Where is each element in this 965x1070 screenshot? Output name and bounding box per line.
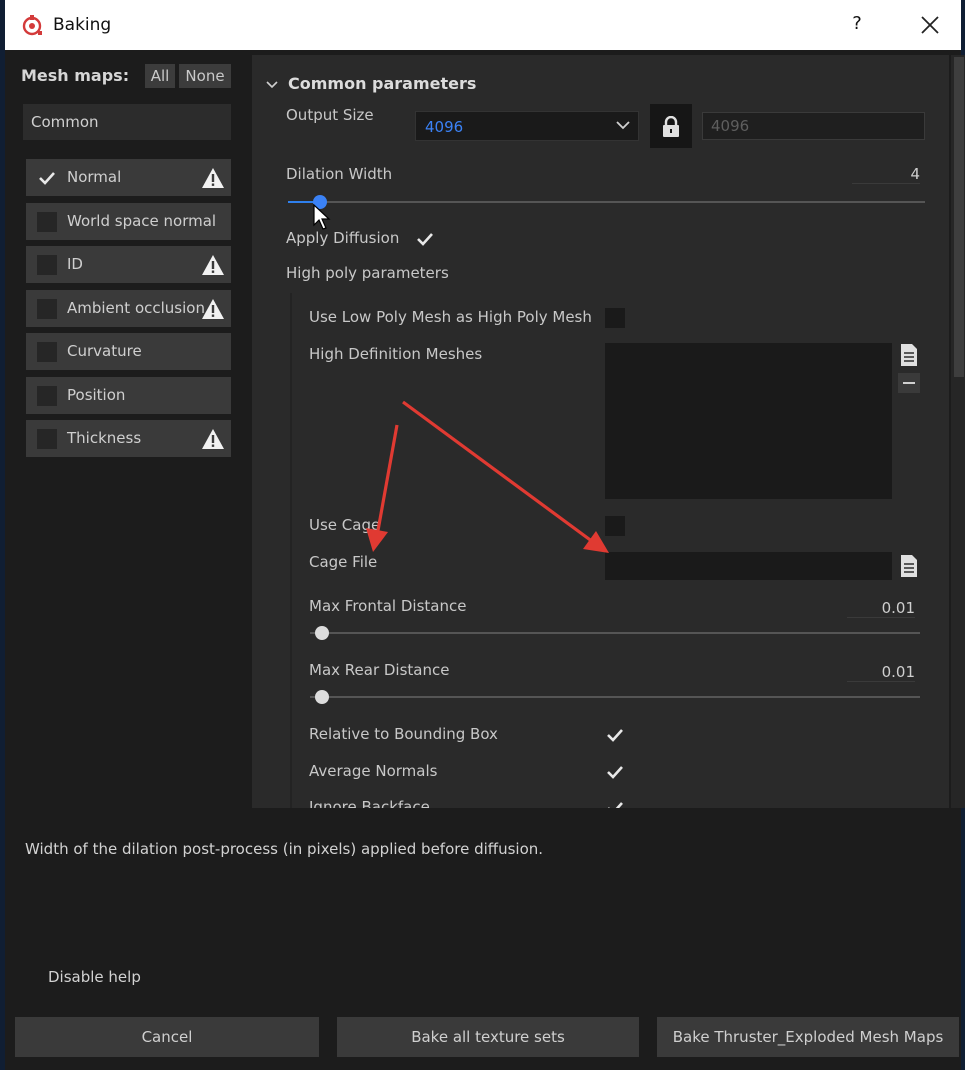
- help-text: Width of the dilation post-process (in p…: [25, 840, 544, 858]
- mesh-map-checkbox[interactable]: [37, 211, 57, 232]
- mesh-map-checkbox[interactable]: [37, 385, 57, 406]
- cancel-button[interactable]: Cancel: [15, 1017, 319, 1057]
- remove-mesh-button[interactable]: [898, 373, 920, 393]
- max-frontal-slider-handle[interactable]: [315, 626, 330, 640]
- dilation-width-label: Dilation Width: [286, 165, 393, 183]
- use-low-poly-label: Use Low Poly Mesh as High Poly Mesh: [309, 308, 592, 326]
- close-icon[interactable]: [917, 12, 943, 38]
- scrollbar-thumb[interactable]: [954, 57, 964, 377]
- checkmark-icon: [417, 233, 433, 246]
- section-title: Common parameters: [288, 74, 477, 93]
- group-indent-line: [290, 293, 292, 808]
- mesh-maps-label: Mesh maps:: [21, 66, 130, 85]
- ignore-backface-label: Ignore Backface: [309, 798, 430, 808]
- mesh-map-label: Thickness: [67, 429, 142, 447]
- mesh-map-item[interactable]: ID: [26, 246, 231, 283]
- common-item[interactable]: Common: [23, 104, 231, 140]
- parameters-panel: Common parameters Output Size 4096 4096 …: [252, 55, 949, 808]
- file-icon[interactable]: [898, 554, 920, 578]
- high-definition-meshes-list[interactable]: [605, 343, 892, 499]
- output-size-linked-input[interactable]: 4096: [702, 112, 925, 140]
- checkmark-icon: [607, 766, 623, 779]
- ignore-backface-checkbox[interactable]: [605, 798, 625, 808]
- use-cage-label: Use Cage: [309, 516, 381, 534]
- max-frontal-distance-label: Max Frontal Distance: [309, 597, 467, 615]
- warning-icon: [202, 429, 224, 449]
- mesh-map-item[interactable]: Normal: [26, 159, 231, 196]
- mesh-map-checkbox[interactable]: [37, 298, 57, 319]
- max-frontal-slider-track[interactable]: [310, 632, 920, 634]
- chevron-down-icon: [266, 74, 278, 93]
- mesh-maps-panel: Mesh maps: All None Common: [21, 62, 235, 140]
- dilation-slider-track[interactable]: [288, 201, 925, 203]
- lock-icon: [663, 116, 679, 137]
- mesh-map-label: ID: [67, 255, 83, 273]
- file-icon[interactable]: [898, 343, 920, 367]
- checkmark-icon: [608, 802, 623, 808]
- mesh-map-checkbox[interactable]: [37, 342, 57, 362]
- max-rear-distance-value[interactable]: 0.01: [847, 663, 915, 682]
- baking-window: Baking ? Mesh maps: All None Common Norm…: [0, 0, 965, 1070]
- mesh-map-label: Ambient occlusion: [67, 298, 205, 317]
- mesh-maps-header: Mesh maps: All None: [21, 62, 235, 90]
- mesh-map-label: Normal: [67, 168, 122, 186]
- parameters-scrollbar[interactable]: [951, 55, 965, 808]
- bake-all-button[interactable]: Bake all texture sets: [337, 1017, 639, 1057]
- minus-icon: [903, 382, 915, 384]
- mouse-cursor-icon: [313, 204, 331, 230]
- mesh-map-item[interactable]: Curvature: [26, 333, 231, 370]
- lock-size-button[interactable]: [650, 104, 692, 148]
- mesh-map-item[interactable]: Thickness: [26, 420, 231, 457]
- average-normals-checkbox[interactable]: [605, 762, 625, 782]
- mesh-map-item[interactable]: Position: [26, 376, 231, 414]
- chevron-down-icon: [616, 121, 630, 130]
- high-poly-parameters-label: High poly parameters: [286, 264, 449, 282]
- mesh-map-checkbox[interactable]: [37, 429, 57, 449]
- select-none-button[interactable]: None: [179, 64, 231, 88]
- mesh-map-item[interactable]: World space normal: [26, 202, 231, 240]
- cage-file-input[interactable]: [605, 552, 892, 580]
- use-low-poly-checkbox[interactable]: [605, 308, 625, 328]
- warning-icon: [202, 298, 224, 319]
- max-frontal-distance-value[interactable]: 0.01: [847, 599, 915, 618]
- warning-icon: [202, 168, 224, 188]
- title-bar: Baking ?: [5, 0, 961, 50]
- warning-icon: [202, 255, 224, 275]
- output-size-value: 4096: [425, 118, 464, 136]
- checkmark-icon: [607, 729, 623, 742]
- apply-diffusion-checkbox[interactable]: [415, 229, 435, 249]
- mesh-map-checkbox[interactable]: [37, 255, 57, 275]
- checkmark-icon: [39, 172, 55, 185]
- relative-bbox-label: Relative to Bounding Box: [309, 725, 498, 743]
- window-title: Baking: [53, 15, 112, 35]
- output-size-label: Output Size: [286, 106, 374, 124]
- help-button[interactable]: ?: [845, 13, 869, 37]
- dilation-width-value[interactable]: 4: [852, 165, 920, 184]
- output-size-select[interactable]: 4096: [415, 111, 639, 141]
- relative-bbox-checkbox[interactable]: [605, 725, 625, 745]
- apply-diffusion-label: Apply Diffusion: [286, 229, 400, 247]
- app-logo-icon: [22, 15, 42, 36]
- bake-current-button[interactable]: Bake Thruster_Exploded Mesh Maps: [657, 1017, 959, 1057]
- mesh-map-label: Curvature: [67, 342, 142, 360]
- cage-file-label: Cage File: [309, 553, 378, 571]
- max-rear-slider-handle[interactable]: [315, 690, 330, 704]
- max-rear-slider-track[interactable]: [310, 696, 920, 698]
- select-all-button[interactable]: All: [145, 64, 175, 88]
- common-parameters-header[interactable]: Common parameters: [266, 74, 476, 93]
- average-normals-label: Average Normals: [309, 762, 438, 780]
- mesh-map-label: World space normal: [67, 211, 217, 230]
- use-cage-checkbox[interactable]: [605, 516, 625, 536]
- mesh-map-label: Position: [67, 385, 126, 404]
- mesh-map-item[interactable]: Ambient occlusion: [26, 289, 231, 327]
- max-rear-distance-label: Max Rear Distance: [309, 661, 450, 679]
- disable-help-link[interactable]: Disable help: [48, 968, 141, 986]
- mesh-map-checkbox[interactable]: [37, 168, 57, 188]
- high-definition-meshes-label: High Definition Meshes: [309, 345, 483, 363]
